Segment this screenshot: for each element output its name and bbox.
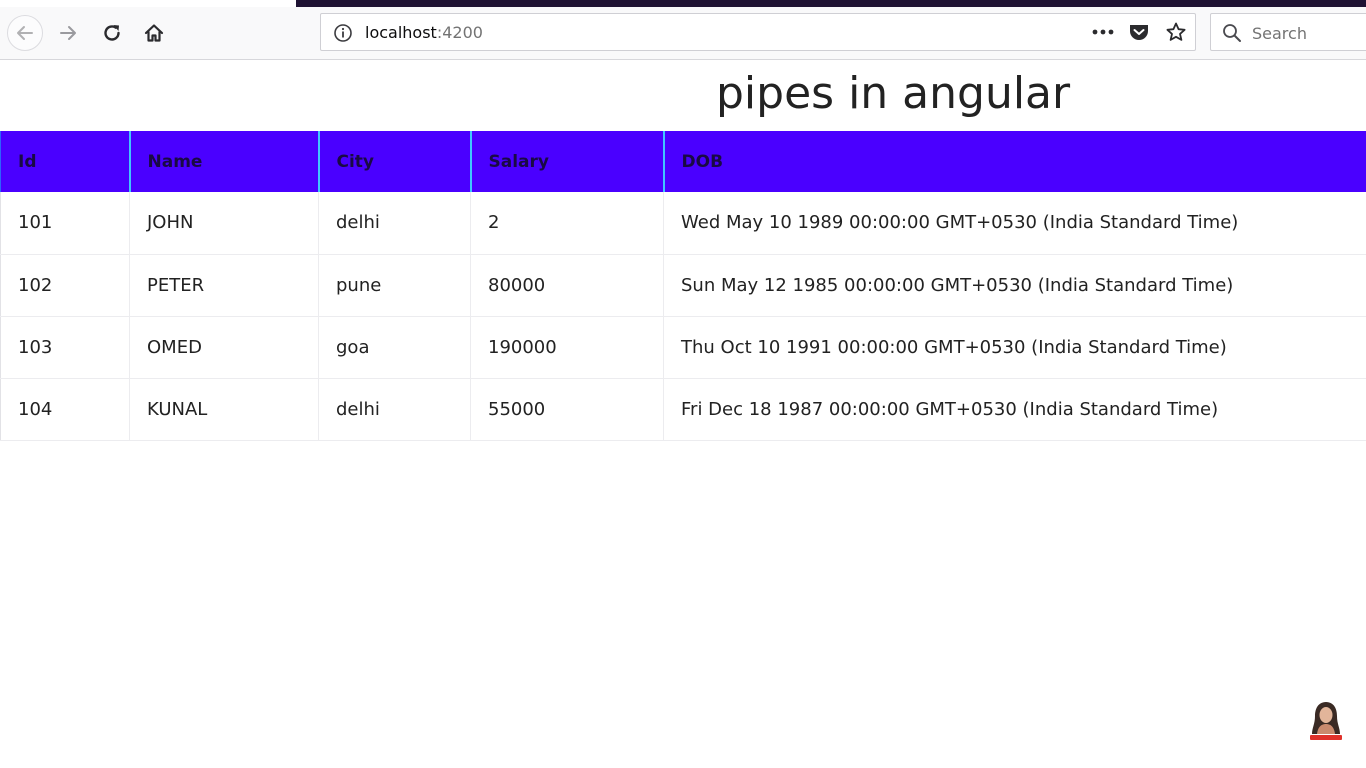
cell-name: JOHN — [129, 192, 319, 255]
url-port: :4200 — [436, 23, 483, 42]
employee-table: Id Name City Salary DOB 101 JOHN delhi 2… — [0, 131, 1366, 441]
cell-name: OMED — [129, 316, 319, 379]
column-header-dob: DOB — [662, 131, 1366, 192]
cell-id: 104 — [0, 378, 130, 441]
search-bar[interactable]: Search — [1210, 13, 1366, 51]
search-icon — [1223, 24, 1241, 42]
cell-salary: 55000 — [470, 378, 664, 441]
pocket-icon[interactable] — [1128, 22, 1150, 42]
search-placeholder: Search — [1252, 24, 1307, 43]
cell-salary: 80000 — [470, 254, 664, 317]
browser-toolbar: localhost:4200 Search — [0, 7, 1366, 60]
page-title: pipes in angular — [716, 68, 1071, 119]
cell-dob: Thu Oct 10 1991 00:00:00 GMT+0530 (India… — [663, 316, 1366, 379]
url-text[interactable]: localhost:4200 — [365, 23, 483, 42]
star-icon[interactable] — [1165, 21, 1187, 43]
column-header-name: Name — [128, 131, 319, 192]
column-header-salary: Salary — [469, 131, 664, 192]
reload-button[interactable] — [94, 15, 130, 51]
forward-button[interactable] — [51, 15, 87, 51]
cell-city: delhi — [318, 378, 471, 441]
page-content: pipes in angular Id Name City Salary DOB… — [0, 60, 1366, 768]
window-top-strip — [296, 0, 1366, 7]
info-icon[interactable] — [333, 23, 353, 43]
cell-id: 101 — [0, 192, 130, 255]
cell-dob: Wed May 10 1989 00:00:00 GMT+0530 (India… — [663, 192, 1366, 255]
column-header-id: Id — [0, 131, 130, 192]
table-row: 102 PETER pune 80000 Sun May 12 1985 00:… — [0, 254, 1366, 317]
home-icon — [144, 24, 164, 42]
cell-dob: Fri Dec 18 1987 00:00:00 GMT+0530 (India… — [663, 378, 1366, 441]
cell-salary: 190000 — [470, 316, 664, 379]
table-row: 104 KUNAL delhi 55000 Fri Dec 18 1987 00… — [0, 378, 1366, 441]
table-row: 103 OMED goa 190000 Thu Oct 10 1991 00:0… — [0, 316, 1366, 379]
cell-city: goa — [318, 316, 471, 379]
back-arrow-icon — [17, 26, 33, 40]
cell-id: 102 — [0, 254, 130, 317]
cell-salary: 2 — [470, 192, 664, 255]
url-host: localhost — [365, 23, 437, 42]
subscribe-avatar-icon[interactable] — [1306, 698, 1346, 742]
table-header-row: Id Name City Salary DOB — [0, 131, 1366, 192]
cell-city: pune — [318, 254, 471, 317]
url-bar[interactable]: localhost:4200 — [320, 13, 1196, 51]
column-header-city: City — [317, 131, 471, 192]
cell-name: PETER — [129, 254, 319, 317]
cell-id: 103 — [0, 316, 130, 379]
back-button[interactable] — [7, 15, 43, 51]
reload-icon — [104, 25, 120, 41]
table-row: 101 JOHN delhi 2 Wed May 10 1989 00:00:0… — [0, 192, 1366, 255]
cell-city: delhi — [318, 192, 471, 255]
cell-name: KUNAL — [129, 378, 319, 441]
forward-arrow-icon — [60, 26, 76, 40]
more-dots-icon[interactable] — [1091, 25, 1115, 39]
home-button[interactable] — [136, 15, 172, 51]
cell-dob: Sun May 12 1985 00:00:00 GMT+0530 (India… — [663, 254, 1366, 317]
